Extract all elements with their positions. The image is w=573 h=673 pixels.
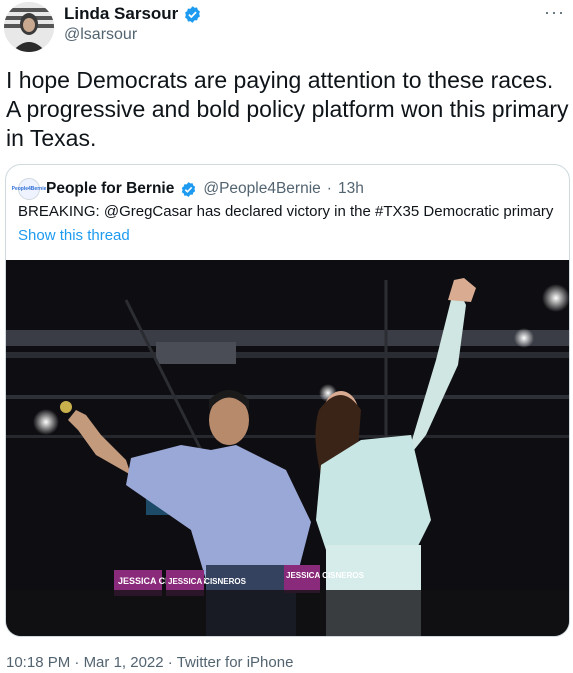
quoted-tweet-text: BREAKING: @GregCasar has declared victor… (18, 203, 554, 220)
avatar-image (4, 2, 54, 52)
footer-separator: · (74, 654, 80, 671)
quoted-author-avatar[interactable]: People4Bernie (12, 178, 46, 200)
tweet-metadata: 10:18 PM · Mar 1, 2022 · Twitter for iPh… (6, 654, 293, 671)
sign-text-2: JESSICA CISNEROS (168, 577, 247, 586)
quoted-tweet-card[interactable]: People4Bernie People for Bernie @People4… (5, 164, 570, 637)
quoted-tweet-photo[interactable]: JESSICA CISNEROS JESSICA CISNEROS JESSIC… (6, 260, 569, 636)
verified-badge-icon (185, 5, 201, 23)
quoted-avatar-text: People4Bernie (11, 186, 47, 192)
tweet-time[interactable]: 10:18 PM (6, 654, 70, 671)
show-thread-link[interactable]: Show this thread (18, 227, 130, 244)
quoted-separator: · (326, 180, 332, 197)
author-name[interactable]: Linda Sarsour (64, 4, 178, 24)
quoted-tweet-header: People4Bernie People for Bernie @People4… (12, 178, 364, 200)
footer-separator: · (167, 654, 173, 671)
quoted-author-handle[interactable]: @People4Bernie (203, 180, 320, 198)
sign-text-3: JESSICA CISNEROS (286, 571, 365, 580)
quoted-time[interactable]: 13h (338, 180, 364, 198)
tweet-source: Twitter for iPhone (176, 654, 294, 671)
more-options-icon[interactable]: ··· (544, 2, 565, 23)
author-avatar[interactable] (4, 2, 54, 52)
tweet-date[interactable]: Mar 1, 2022 (84, 654, 164, 671)
tweet-text: I hope Democrats are paying attention to… (6, 67, 569, 151)
author-name-row[interactable]: Linda Sarsour (64, 4, 202, 24)
verified-badge-icon (182, 181, 196, 197)
quoted-author-name[interactable]: People for Bernie (46, 180, 174, 198)
author-handle[interactable]: @lsarsour (64, 26, 137, 44)
